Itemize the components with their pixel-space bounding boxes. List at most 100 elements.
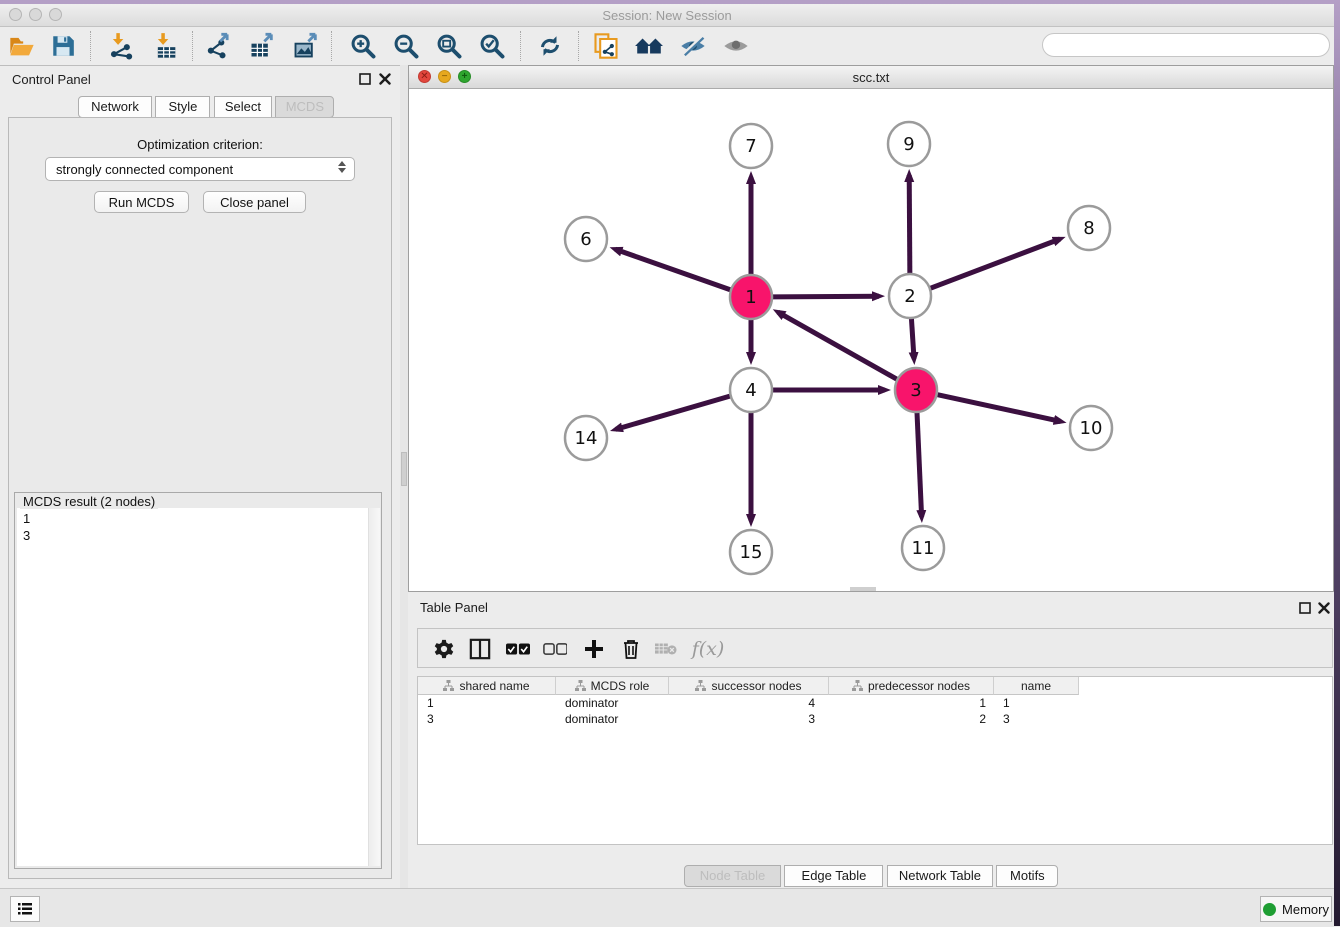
function-builder-icon[interactable]: f(x) (686, 633, 730, 665)
mcds-result-text[interactable]: 1 3 (17, 508, 379, 866)
edge-4-14[interactable] (616, 396, 730, 429)
node-4[interactable]: 4 (730, 368, 772, 412)
toolbar-separator (331, 31, 332, 61)
close-table-panel-icon[interactable] (1316, 600, 1332, 616)
table-cell[interactable]: 3 (669, 711, 829, 727)
table-cell[interactable]: 1 (829, 695, 994, 711)
column-header-MCDS-role[interactable]: MCDS role (556, 677, 669, 695)
tab-network[interactable]: Network (78, 96, 152, 118)
network-file-icon[interactable] (589, 29, 623, 63)
import-network-icon[interactable] (104, 29, 138, 63)
export-image-icon[interactable] (289, 29, 323, 63)
tab-node-table[interactable]: Node Table (684, 865, 781, 887)
node-9[interactable]: 9 (888, 122, 930, 166)
column-header-shared-name[interactable]: shared name (418, 677, 556, 695)
optimization-criterion-label: Optimization criterion: (8, 137, 392, 152)
node-table: shared nameMCDS rolesuccessor nodesprede… (417, 676, 1333, 845)
memory-button[interactable]: Memory (1260, 896, 1332, 922)
horizontal-splitter-handle[interactable] (850, 587, 876, 591)
run-mcds-button[interactable]: Run MCDS (94, 191, 189, 213)
refresh-icon[interactable] (533, 29, 567, 63)
edge-2-8[interactable] (931, 239, 1060, 288)
node-7[interactable]: 7 (730, 124, 772, 168)
export-network-icon[interactable] (202, 29, 236, 63)
node-3[interactable]: 3 (895, 368, 937, 412)
table-cell[interactable]: 2 (829, 711, 994, 727)
node-2[interactable]: 2 (889, 274, 931, 318)
node-6[interactable]: 6 (565, 217, 607, 261)
save-session-icon[interactable] (46, 29, 80, 63)
node-14[interactable]: 14 (565, 416, 607, 460)
tab-style[interactable]: Style (155, 96, 210, 118)
table-settings-gear-icon[interactable] (428, 633, 460, 665)
table-toolbar: f(x) (417, 628, 1333, 668)
column-header-successor-nodes[interactable]: successor nodes (669, 677, 829, 695)
toggle-column-panel-icon[interactable] (464, 633, 496, 665)
edge-3-10[interactable] (937, 395, 1060, 422)
splitter-handle[interactable] (401, 452, 407, 486)
network-canvas[interactable]: 7 9 6 8 1 2 4 3 14 10 15 11 (409, 88, 1333, 591)
close-panel-button[interactable]: Close panel (203, 191, 306, 213)
zoom-selected-icon[interactable] (475, 29, 509, 63)
zoom-fit-icon[interactable] (432, 29, 466, 63)
float-panel-icon[interactable] (357, 71, 373, 87)
result-scrollbar[interactable] (368, 508, 380, 866)
node-label: 7 (745, 136, 756, 157)
deselect-all-columns-icon[interactable] (539, 633, 571, 665)
edge-1-2[interactable] (773, 296, 879, 297)
table-cell[interactable]: 3 (418, 711, 556, 727)
delete-table-icon[interactable] (650, 633, 682, 665)
export-table-icon[interactable] (245, 29, 279, 63)
criterion-select[interactable]: strongly connected component (45, 157, 355, 181)
show-details-icon[interactable] (719, 29, 753, 63)
node-1[interactable]: 1 (730, 275, 772, 319)
tab-network-table[interactable]: Network Table (887, 865, 993, 887)
column-header-name[interactable]: name (994, 677, 1079, 695)
main-toolbar (0, 27, 1334, 66)
task-history-button[interactable] (10, 896, 40, 922)
table-cell[interactable]: 4 (669, 695, 829, 711)
edge-3-11[interactable] (917, 412, 922, 517)
toolbar-separator (90, 31, 91, 61)
edge-1-6[interactable] (615, 249, 730, 289)
desktop-edge-right (1334, 0, 1340, 926)
edge-3-1[interactable] (778, 312, 897, 379)
node-label: 4 (745, 380, 756, 401)
criterion-value: strongly connected component (56, 162, 233, 177)
node-10[interactable]: 10 (1070, 406, 1112, 450)
table-cell[interactable]: dominator (556, 695, 669, 711)
table-row[interactable]: 3dominator323 (418, 711, 1332, 727)
delete-column-icon[interactable] (615, 633, 647, 665)
zoom-out-icon[interactable] (389, 29, 423, 63)
search-input[interactable] (1042, 33, 1330, 57)
node-15[interactable]: 15 (730, 530, 772, 574)
table-cell[interactable]: 1 (994, 695, 1079, 711)
node-11[interactable]: 11 (902, 526, 944, 570)
select-stepper-icon (338, 161, 346, 173)
tab-select[interactable]: Select (214, 96, 272, 118)
open-session-icon[interactable] (5, 29, 39, 63)
home-icon[interactable] (632, 29, 666, 63)
zoom-in-icon[interactable] (346, 29, 380, 63)
toolbar-separator (578, 31, 579, 61)
node-8[interactable]: 8 (1068, 206, 1110, 250)
tab-edge-table[interactable]: Edge Table (784, 865, 883, 887)
import-table-icon[interactable] (149, 29, 183, 63)
add-column-icon[interactable] (578, 633, 610, 665)
tab-mcds[interactable]: MCDS (275, 96, 334, 118)
toolbar-separator (192, 31, 193, 61)
tab-motifs[interactable]: Motifs (996, 865, 1058, 887)
node-label: 3 (910, 380, 921, 401)
table-row[interactable]: 1dominator411 (418, 695, 1332, 711)
edge-2-3[interactable] (911, 318, 914, 359)
select-all-columns-icon[interactable] (502, 633, 534, 665)
table-cell[interactable]: 3 (994, 711, 1079, 727)
table-cell[interactable]: 1 (418, 695, 556, 711)
hide-details-icon[interactable] (676, 29, 710, 63)
close-panel-icon[interactable] (377, 71, 393, 87)
edge-2-9[interactable] (909, 175, 910, 274)
table-cell[interactable]: dominator (556, 711, 669, 727)
node-label: 11 (912, 538, 935, 559)
float-table-panel-icon[interactable] (1297, 600, 1313, 616)
column-header-predecessor-nodes[interactable]: predecessor nodes (829, 677, 994, 695)
